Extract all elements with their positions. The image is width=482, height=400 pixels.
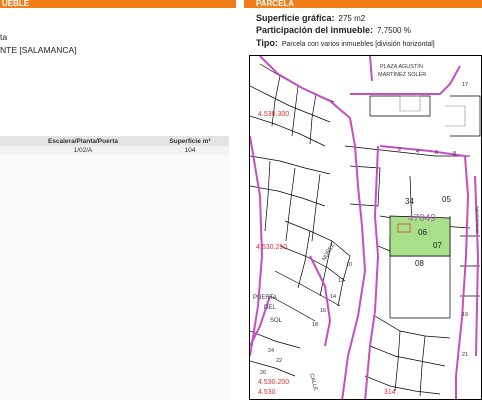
block-number: 06 bbox=[418, 228, 427, 237]
street-label-nunez: NÚÑEZ bbox=[321, 242, 337, 262]
participacion-label: Participación del inmueble: bbox=[256, 25, 374, 35]
side-label: Ayuntamiento bbox=[475, 206, 480, 234]
property-location-text: NTE [SALAMANCA] bbox=[0, 45, 77, 55]
house-number: 24 bbox=[268, 348, 274, 354]
house-number: 17 bbox=[462, 82, 468, 88]
house-number: 2 bbox=[398, 147, 401, 153]
parcel-id-label: 47049 bbox=[408, 213, 436, 224]
tipo-value: Parcela con varios inmuebles [división h… bbox=[281, 41, 435, 48]
coord-label: 4.530.200 bbox=[258, 379, 289, 386]
block-number: 08 bbox=[415, 259, 424, 268]
house-number: 18 bbox=[312, 322, 318, 328]
property-class-text: ta bbox=[0, 32, 8, 42]
coord-label: 4.530.250 bbox=[256, 244, 287, 251]
street-label-plaza: PLAZA AGUSTÍN bbox=[380, 63, 423, 70]
units-table-body bbox=[0, 155, 229, 400]
house-number: 19 bbox=[462, 312, 468, 318]
inmueble-section-header: UEBLE bbox=[0, 0, 236, 8]
house-number: 14 bbox=[330, 294, 336, 300]
block-number: 34 bbox=[405, 197, 414, 206]
coord-label: 314 bbox=[384, 389, 396, 396]
house-number: 22 bbox=[276, 358, 282, 364]
coord-label: 4.530 bbox=[258, 389, 276, 396]
cell-superficie: 104 bbox=[184, 147, 196, 154]
house-number: 6 bbox=[435, 150, 438, 156]
superficie-grafica-label: Superficie gráfica: bbox=[256, 13, 335, 23]
street-label-puerta: PUERTA bbox=[253, 295, 277, 301]
cadastral-map-drawing: PLAZA AGUSTÍN MARTÍNEZ SOLER PUERTA DEL … bbox=[250, 56, 481, 399]
street-label-sol: SOL bbox=[270, 318, 283, 324]
participacion-line: Participación del inmueble: 7,7500 % bbox=[256, 25, 411, 35]
coord-label: 4.530.300 bbox=[258, 111, 289, 118]
block-number: 07 bbox=[433, 241, 442, 250]
participacion-value: 7,7500 % bbox=[377, 26, 411, 35]
house-number: 4 bbox=[416, 149, 419, 155]
tipo-line: Tipo: Parcela con varios inmuebles [divis… bbox=[256, 38, 435, 48]
house-number: 21 bbox=[462, 352, 468, 358]
block-number: 05 bbox=[442, 195, 451, 204]
street-label-del: DEL bbox=[264, 305, 276, 311]
house-number: 8 bbox=[453, 151, 456, 157]
tipo-label: Tipo: bbox=[256, 38, 278, 48]
parcela-section-header: PARCELA bbox=[244, 0, 482, 8]
building-outlines bbox=[399, 95, 466, 127]
superficie-grafica-value: 275 m2 bbox=[338, 14, 366, 23]
column-header-escalera: Escalera/Planta/Puerta bbox=[47, 138, 119, 145]
house-number: 10 bbox=[346, 262, 352, 268]
cell-escalera: 1/02/A bbox=[73, 147, 93, 154]
house-number: 16 bbox=[320, 308, 326, 314]
column-header-superficie: Superficie m² bbox=[169, 138, 211, 145]
house-number: 12 bbox=[338, 278, 344, 284]
house-number: 26 bbox=[260, 370, 266, 376]
street-label-martinez: MARTÍNEZ SOLER bbox=[378, 71, 426, 78]
cadastral-map[interactable]: PLAZA AGUSTÍN MARTÍNEZ SOLER PUERTA DEL … bbox=[249, 55, 482, 400]
superficie-grafica-line: Superficie gráfica: 275 m2 bbox=[256, 13, 365, 23]
street-label-calle: CALLE bbox=[308, 373, 318, 392]
